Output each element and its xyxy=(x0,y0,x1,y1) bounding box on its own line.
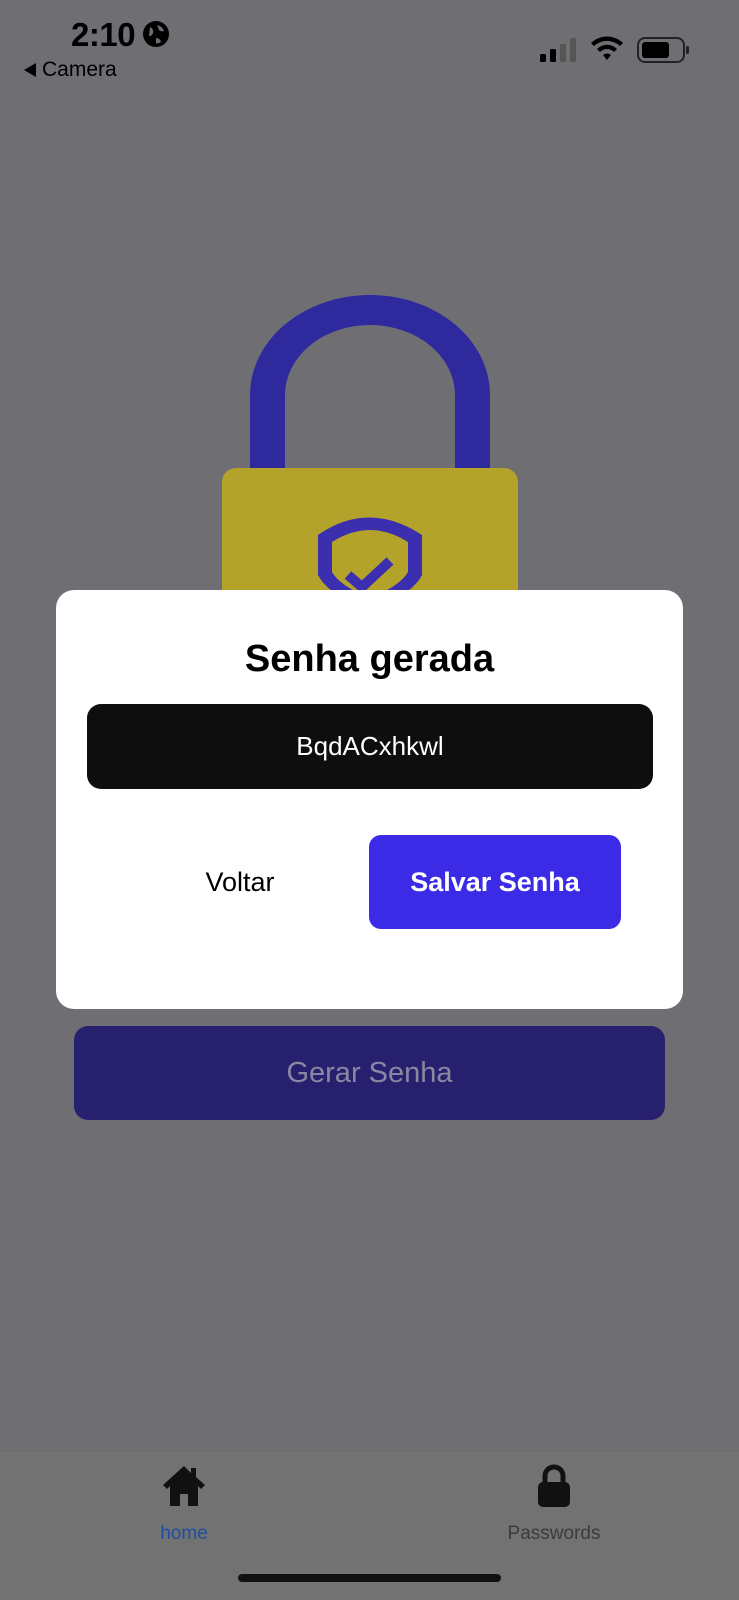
save-password-button[interactable]: Salvar Senha xyxy=(369,835,621,929)
tab-home-label: home xyxy=(160,1523,208,1544)
status-bar: 2:10 Camera xyxy=(0,0,739,90)
tab-passwords[interactable]: Passwords xyxy=(474,1463,634,1545)
generate-password-button[interactable]: Gerar Senha xyxy=(74,1026,665,1120)
tab-home[interactable]: home xyxy=(104,1463,264,1545)
battery-icon xyxy=(637,37,689,63)
home-icon xyxy=(163,1466,205,1506)
generated-password-value: BqdACxhkwl xyxy=(296,731,444,761)
modal-title: Senha gerada xyxy=(244,638,495,680)
wifi-icon xyxy=(591,36,623,60)
status-time: 2:10 xyxy=(71,16,136,53)
padlock-illustration-icon xyxy=(222,295,518,590)
signal-icon xyxy=(540,38,576,62)
back-button[interactable]: Voltar xyxy=(152,835,328,929)
back-app-label: Camera xyxy=(42,58,117,81)
tab-passwords-label: Passwords xyxy=(507,1523,601,1544)
lock-icon xyxy=(538,1464,570,1507)
globe-icon xyxy=(143,21,169,47)
back-to-camera-link[interactable]: Camera xyxy=(24,58,117,82)
generated-password-field[interactable]: BqdACxhkwl xyxy=(87,704,653,789)
generated-password-modal: Senha gerada BqdACxhkwl Voltar Salvar Se… xyxy=(56,590,683,1009)
back-triangle-icon xyxy=(24,63,36,77)
home-indicator[interactable] xyxy=(238,1574,501,1582)
